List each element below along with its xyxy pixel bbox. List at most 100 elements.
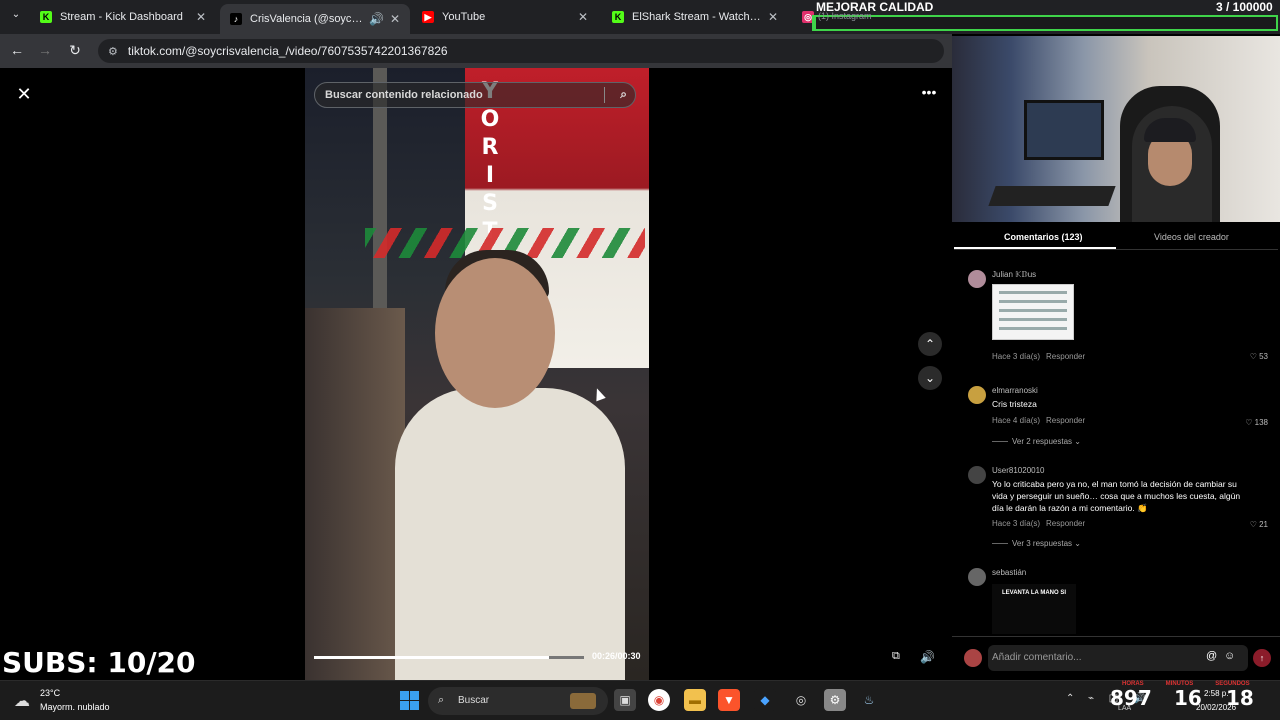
- close-tab-icon[interactable]: ✕: [390, 12, 400, 26]
- forward-icon[interactable]: →: [36, 42, 54, 58]
- close-icon[interactable]: ✕: [12, 82, 36, 106]
- tab-kick-dashboard[interactable]: K Stream - Kick Dashboard ✕: [30, 4, 216, 30]
- reply-button[interactable]: Responder: [1046, 416, 1085, 425]
- like-count[interactable]: ♡ 21: [1250, 520, 1268, 529]
- video-frame-detail: [435, 258, 555, 408]
- comment-meta: Hace 3 día(s) Responder: [992, 519, 1085, 528]
- video-progress-bar[interactable]: [314, 656, 584, 659]
- stream-goal-bar: [812, 15, 1278, 31]
- search-placeholder: Buscar contenido relacionado: [325, 89, 483, 101]
- windows-start-icon[interactable]: [400, 691, 419, 710]
- quality-label: MEJORAR CALIDAD: [816, 0, 934, 14]
- tab-search-menu-icon[interactable]: ⌄: [8, 9, 24, 25]
- view-replies-button[interactable]: Ver 3 respuestas ⌄: [992, 539, 1081, 548]
- site-settings-icon[interactable]: ⚙: [108, 45, 118, 58]
- kick-icon: K: [612, 11, 624, 23]
- like-count[interactable]: ♡ 53: [1250, 352, 1268, 361]
- search-highlight-icon: [570, 693, 596, 709]
- tab-youtube[interactable]: ▶ YouTube ✕: [412, 4, 598, 30]
- obs-icon[interactable]: ◎: [790, 689, 812, 711]
- reply-button[interactable]: Responder: [1046, 352, 1085, 361]
- settings-icon[interactable]: ⚙: [824, 689, 846, 711]
- close-tab-icon[interactable]: ✕: [578, 10, 588, 24]
- tab-creator-videos[interactable]: Videos del creador: [1154, 232, 1229, 242]
- tiktok-video-page: ✕ YORIST Buscar contenido relacionado ⌕ …: [0, 68, 952, 680]
- send-button[interactable]: ↑: [1253, 649, 1271, 667]
- speaker-icon[interactable]: 🔊: [369, 12, 384, 26]
- timer-seconds: 18: [1226, 686, 1254, 710]
- comment-meta: Hace 3 día(s) Responder: [992, 352, 1085, 361]
- browser-toolbar: ← → ↻ ⚙ tiktok.com/@soycrisvalencia_/vid…: [0, 34, 952, 68]
- mention-icon[interactable]: @: [1206, 650, 1217, 662]
- comment-image[interactable]: LEVANTA LA MANO SI: [992, 584, 1076, 634]
- emoji-icon[interactable]: ☺: [1224, 650, 1235, 662]
- video-player[interactable]: YORIST: [305, 68, 649, 680]
- comment-author[interactable]: elmarranoski: [992, 386, 1038, 395]
- youtube-icon: ▶: [422, 11, 434, 23]
- comment-author[interactable]: User81020010: [992, 466, 1044, 475]
- comment-image[interactable]: [992, 284, 1074, 340]
- clock-time[interactable]: 2:58 p.: [1204, 689, 1228, 698]
- avatar[interactable]: [968, 568, 986, 586]
- search-icon[interactable]: ⌕: [620, 87, 627, 102]
- avatar: [964, 649, 982, 667]
- comment-item: sebastián LEVANTA LA MANO SI: [968, 568, 1278, 634]
- comment-item: User81020010 Yo lo criticaba pero ya no,…: [968, 466, 1278, 552]
- file-explorer-icon[interactable]: ▬: [684, 689, 706, 711]
- tab-title: CrisValencia (@soycrisvalen: [250, 13, 365, 25]
- avatar[interactable]: [968, 270, 986, 288]
- tab-comments[interactable]: Comentarios (123): [1004, 232, 1083, 242]
- comment-author[interactable]: sebastián: [992, 568, 1026, 577]
- back-icon[interactable]: ←: [8, 42, 26, 58]
- video-time: 00:26/00:30: [592, 651, 641, 661]
- kick-icon: K: [40, 11, 52, 23]
- comment-composer: Añadir comentario... @ ☺ ↑: [952, 636, 1280, 680]
- comment-author[interactable]: Julian 𝕂𝔻us: [992, 270, 1036, 279]
- webcam-overlay: [952, 36, 1280, 222]
- tray-overflow-icon[interactable]: ⌃: [1066, 693, 1074, 704]
- webcam-detail: [1024, 100, 1104, 160]
- volume-icon[interactable]: 🔊: [920, 650, 935, 664]
- windows-taskbar: ☁ 23°C Mayorm. nublado ⌕ Buscar ▣ ◉ ▬ ▼ …: [0, 680, 1280, 720]
- app-diamond-icon[interactable]: ◆: [754, 689, 776, 711]
- close-tab-icon[interactable]: ✕: [768, 10, 778, 24]
- previous-video-button[interactable]: ⌃: [918, 332, 942, 356]
- divider: [954, 249, 1278, 250]
- tab-tiktok[interactable]: ♪ CrisValencia (@soycrisvalen 🔊 ✕: [220, 4, 410, 34]
- avatar[interactable]: [968, 466, 986, 484]
- next-video-button[interactable]: ⌄: [918, 366, 942, 390]
- reload-icon[interactable]: ↻: [66, 42, 84, 59]
- weather-description: Mayorm. nublado: [40, 702, 110, 712]
- weather-temperature: 23°C: [40, 688, 61, 698]
- chrome-icon[interactable]: ◉: [648, 689, 670, 711]
- view-replies-button[interactable]: Ver 2 respuestas ⌄: [992, 437, 1081, 446]
- comment-text: Cris tristeza: [992, 399, 1037, 409]
- comment-image-text: LEVANTA LA MANO SI: [1002, 590, 1066, 596]
- comment-time: Hace 4 día(s): [992, 416, 1041, 425]
- video-frame-detail: [395, 388, 625, 680]
- weather-cloudy-icon[interactable]: ☁: [14, 691, 30, 711]
- url-text: tiktok.com/@soycrisvalencia_/video/76075…: [127, 44, 448, 58]
- taskbar-search-box[interactable]: ⌕ Buscar: [428, 687, 608, 715]
- tab-title: YouTube: [442, 11, 486, 23]
- address-bar[interactable]: ⚙ tiktok.com/@soycrisvalencia_/video/760…: [98, 39, 944, 63]
- steam-icon[interactable]: ♨: [858, 689, 880, 711]
- task-view-icon[interactable]: ▣: [614, 689, 636, 711]
- comment-meta: Hace 4 día(s) Responder: [992, 416, 1085, 425]
- comment-time: Hace 3 día(s): [992, 352, 1041, 361]
- like-count[interactable]: ♡ 138: [1245, 418, 1268, 427]
- avatar[interactable]: [968, 386, 986, 404]
- subs-counter-overlay: SUBS: 10/20: [2, 646, 196, 679]
- video-progress-fill: [314, 656, 549, 659]
- more-options-icon[interactable]: •••: [918, 84, 940, 104]
- close-tab-icon[interactable]: ✕: [196, 10, 206, 24]
- tab-elshark-stream[interactable]: K ElShark Stream - Watch Live on ✕: [602, 4, 788, 30]
- reply-button[interactable]: Responder: [1046, 519, 1085, 528]
- related-search-input[interactable]: Buscar contenido relacionado ⌕: [314, 82, 636, 108]
- divider: [604, 87, 605, 103]
- comments-panel: Comentarios (123) Videos del creador Jul…: [952, 222, 1280, 680]
- picture-in-picture-icon[interactable]: ⧉: [892, 650, 900, 663]
- timer-counter: 897: [1110, 686, 1152, 710]
- brave-icon[interactable]: ▼: [718, 689, 740, 711]
- active-tab-indicator: [954, 247, 1116, 249]
